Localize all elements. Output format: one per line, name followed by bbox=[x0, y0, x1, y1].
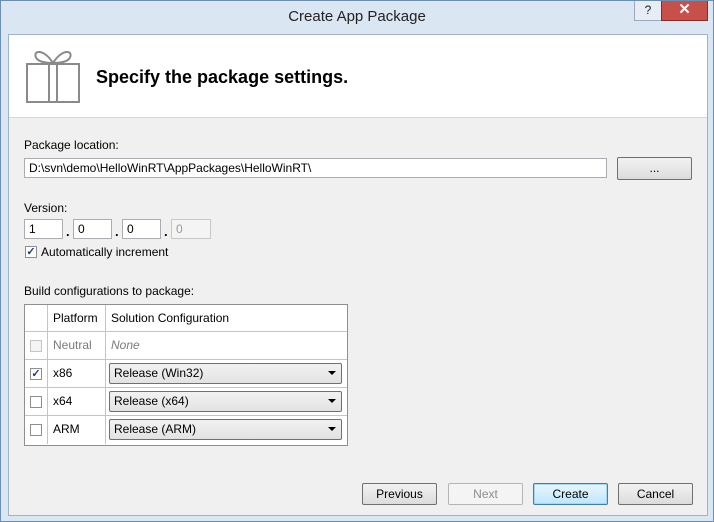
column-header-platform: Platform bbox=[48, 305, 106, 332]
configuration-dropdown-arm[interactable]: Release (ARM) bbox=[109, 419, 342, 440]
build-configurations-table: Platform Solution Configuration Neutral … bbox=[24, 304, 348, 446]
chevron-down-icon bbox=[328, 371, 336, 375]
dropdown-selected-value: Release (Win32) bbox=[114, 366, 204, 380]
title-bar[interactable]: Create App Package ? ✕ bbox=[1, 1, 713, 33]
dropdown-selected-value: Release (ARM) bbox=[114, 422, 197, 436]
previous-button[interactable]: Previous bbox=[362, 483, 437, 505]
auto-increment-checkbox[interactable]: ✓ bbox=[25, 246, 37, 258]
version-revision-input: 0 bbox=[171, 219, 211, 239]
dropdown-selected-value: Release (x64) bbox=[114, 394, 189, 408]
chevron-down-icon bbox=[328, 427, 336, 431]
configuration-cell: Release (x64) bbox=[106, 388, 347, 416]
row-checkbox-x86[interactable]: ✓ bbox=[30, 368, 42, 380]
page-title: Specify the package settings. bbox=[96, 67, 349, 87]
platform-cell: Neutral bbox=[48, 332, 106, 360]
configuration-cell: None bbox=[106, 332, 347, 360]
build-configs-label: Build configurations to package: bbox=[24, 284, 195, 298]
chevron-down-icon bbox=[328, 399, 336, 403]
configuration-cell: Release (ARM) bbox=[106, 416, 347, 444]
column-header-solution-configuration: Solution Configuration bbox=[106, 305, 347, 332]
version-build-input[interactable]: 0 bbox=[122, 219, 161, 239]
version-major-input[interactable]: 1 bbox=[24, 219, 63, 239]
gift-package-icon bbox=[26, 51, 80, 103]
configuration-cell: Release (Win32) bbox=[106, 360, 347, 388]
window-title: Create App Package bbox=[288, 8, 426, 25]
header-checkbox-cell bbox=[25, 305, 48, 332]
platform-cell: x86 bbox=[48, 360, 106, 388]
close-button[interactable]: ✕ bbox=[661, 1, 708, 21]
package-location-label: Package location: bbox=[24, 138, 119, 152]
dialog-content: Specify the package settings. Package lo… bbox=[8, 34, 708, 516]
version-label: Version: bbox=[24, 201, 68, 215]
platform-cell: ARM bbox=[48, 416, 106, 444]
configuration-dropdown-x86[interactable]: Release (Win32) bbox=[109, 363, 342, 384]
cancel-button[interactable]: Cancel bbox=[618, 483, 693, 505]
browse-button[interactable]: ... bbox=[617, 157, 692, 180]
version-separator: . bbox=[66, 224, 70, 239]
next-button: Next bbox=[448, 483, 523, 505]
version-minor-input[interactable]: 0 bbox=[73, 219, 112, 239]
table-row-check-cell bbox=[25, 416, 48, 444]
auto-increment-label[interactable]: Automatically increment bbox=[41, 245, 168, 259]
row-checkbox-neutral bbox=[30, 340, 42, 352]
table-row-check-cell: ✓ bbox=[25, 360, 48, 388]
wizard-header: Specify the package settings. bbox=[9, 35, 707, 118]
configuration-dropdown-x64[interactable]: Release (x64) bbox=[109, 391, 342, 412]
table-row-check-cell bbox=[25, 388, 48, 416]
row-checkbox-x64[interactable] bbox=[30, 396, 42, 408]
row-checkbox-arm[interactable] bbox=[30, 424, 42, 436]
package-location-input[interactable]: D:\svn\demo\HelloWinRT\AppPackages\Hello… bbox=[24, 158, 607, 178]
help-button[interactable]: ? bbox=[634, 1, 662, 21]
create-button[interactable]: Create bbox=[533, 483, 608, 505]
table-row-check-cell bbox=[25, 332, 48, 360]
version-separator: . bbox=[164, 224, 168, 239]
platform-cell: x64 bbox=[48, 388, 106, 416]
version-separator: . bbox=[115, 224, 119, 239]
create-app-package-dialog: Create App Package ? ✕ Specify the packa… bbox=[0, 0, 714, 522]
